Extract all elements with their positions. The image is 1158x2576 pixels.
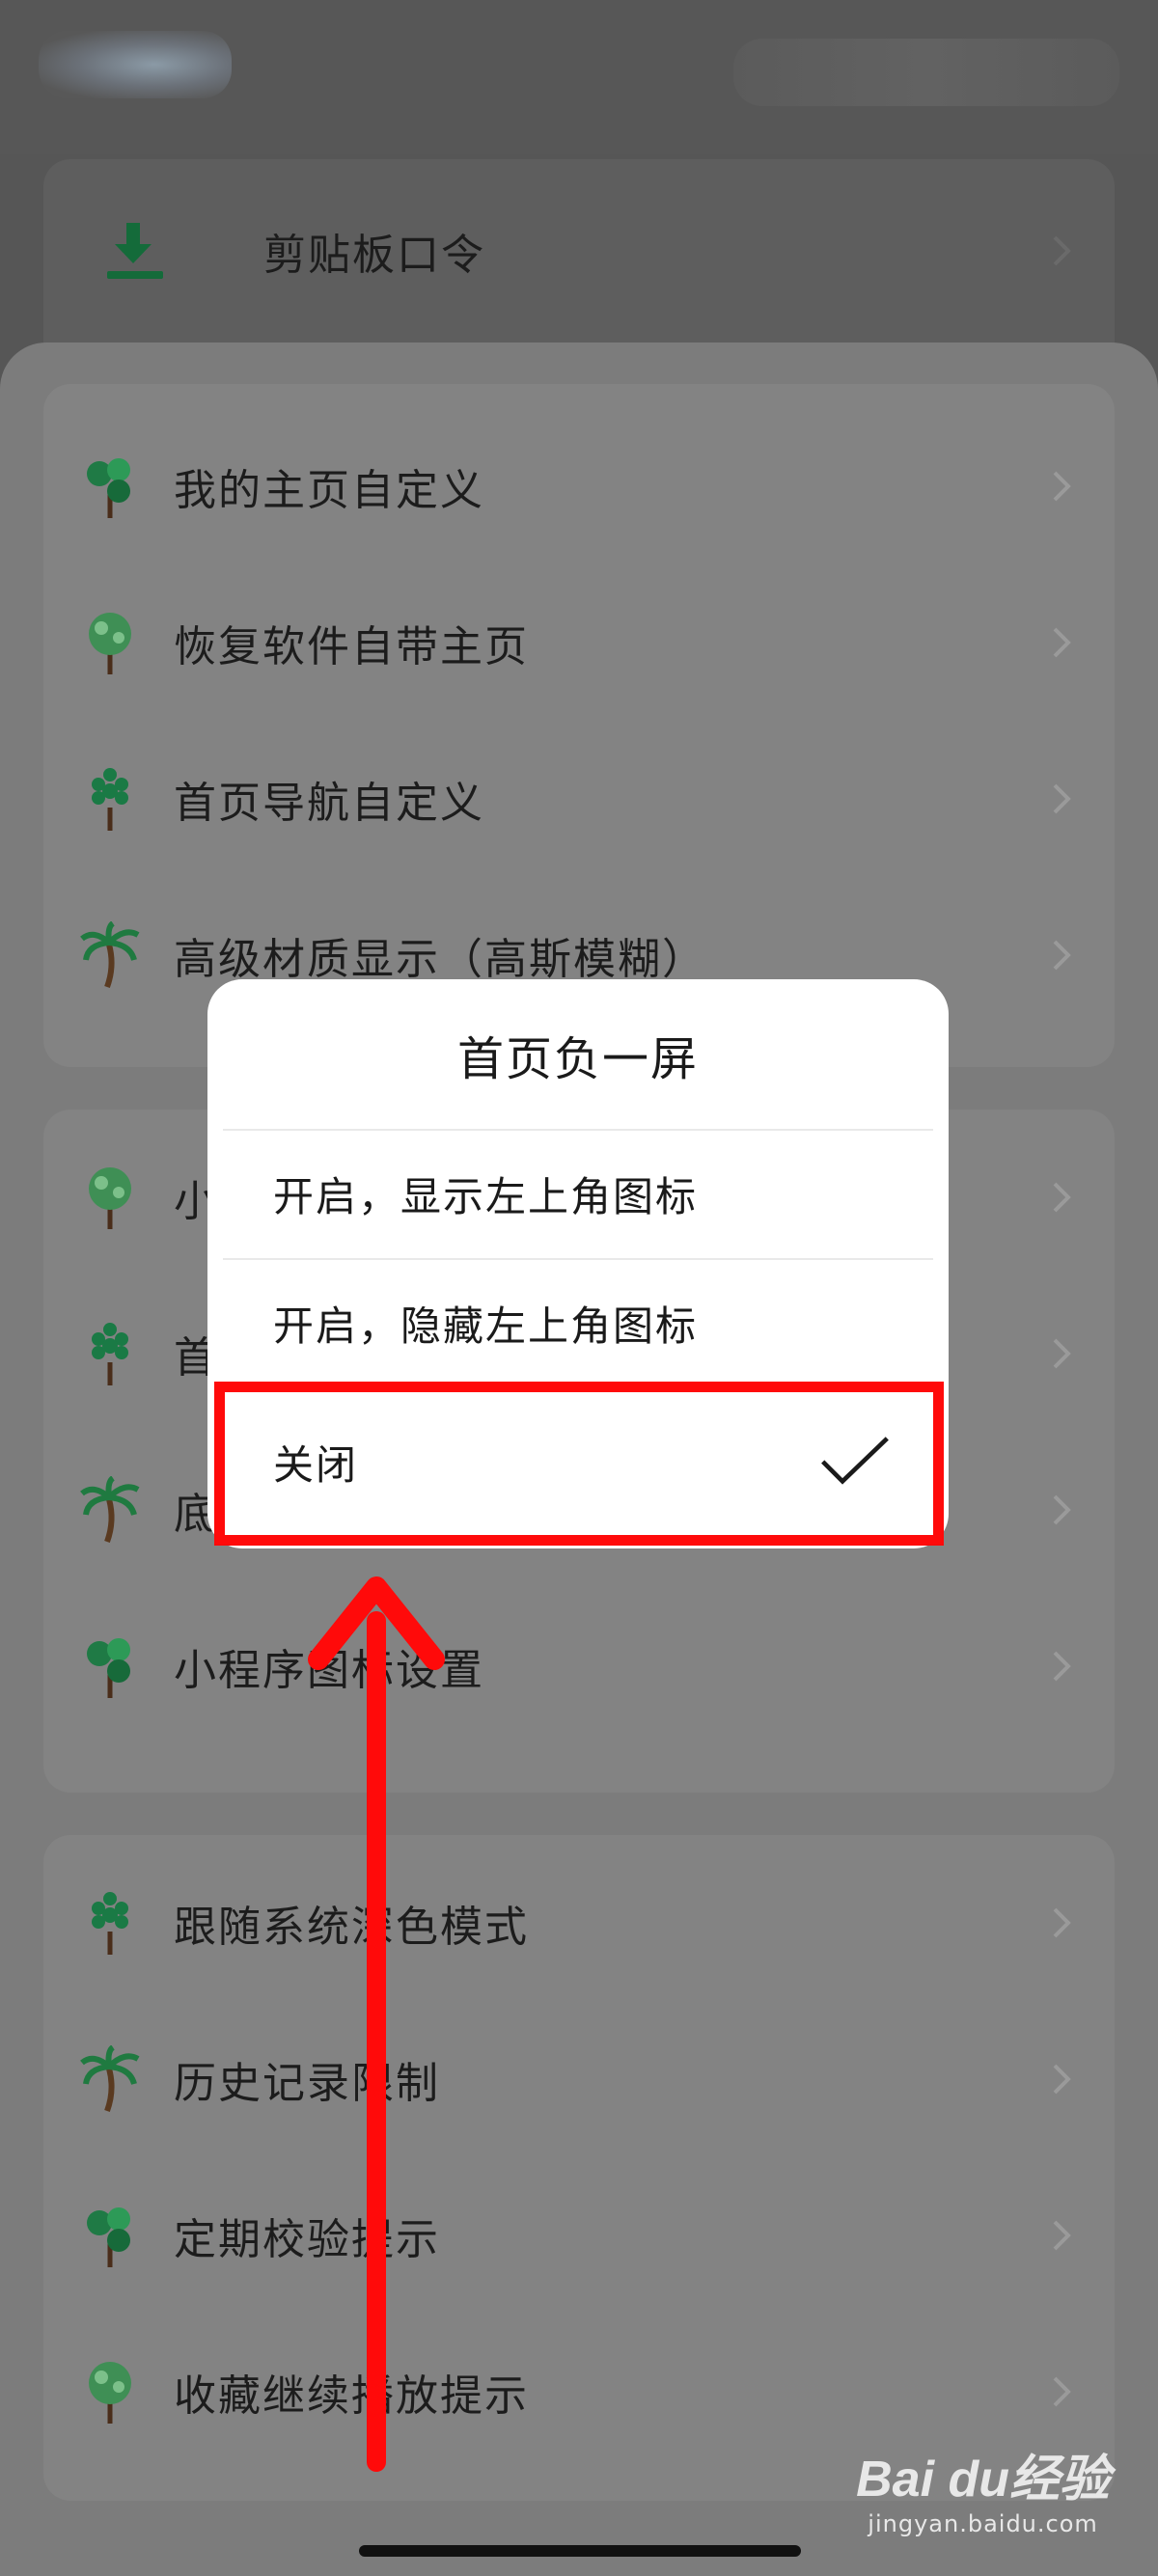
settings-row[interactable]: 小程序图标设置 [43,1588,1115,1744]
chevron-right-icon [1053,1182,1071,1213]
tree-icon [92,1323,128,1385]
chevron-right-icon [1053,235,1071,266]
tree-icon [87,2207,130,2267]
settings-row[interactable]: 定期校验提示 [43,2157,1115,2314]
option-label: 开启，显示左上角图标 [273,1172,699,1220]
tree-icon [89,613,131,674]
chevron-right-icon [1053,627,1071,658]
chevron-right-icon [1053,783,1071,814]
settings-row[interactable]: 恢复软件自带主页 [43,564,1115,721]
chevron-right-icon [1053,1651,1071,1682]
settings-row[interactable]: 历史记录限制 [43,2001,1115,2157]
tree-icon [92,768,128,831]
watermark-sub: jingyan.baidu.com [868,2510,1098,2537]
baidu-watermark: Bai du经验 jingyan.baidu.com [856,2438,1110,2537]
row-label: 高级材质显示（高斯模糊） [174,935,706,984]
chevron-right-icon [1053,471,1071,502]
row-label: 小程序图标设置 [174,1646,484,1695]
blurred-text [733,39,1119,106]
chevron-right-icon [1053,940,1071,971]
dialog-option[interactable]: 开启，隐藏左上角图标 [207,1260,949,1385]
highlight-box [214,1382,944,1546]
chevron-right-icon [1053,1907,1071,1938]
palm-icon [80,2045,140,2113]
chevron-right-icon [1053,1494,1071,1525]
home-indicator [359,2545,801,2557]
row-label: 收藏继续播放提示 [174,2371,529,2421]
clipboard-label: 剪贴板口令 [263,231,485,280]
chevron-right-icon [1053,2064,1071,2095]
clipboard-row[interactable]: 剪贴板口令 [43,159,1115,343]
blurred-header [0,0,1158,154]
settings-row[interactable]: 跟随系统深色模式 [43,1845,1115,2001]
tree-icon [92,1892,128,1955]
settings-group-3: 跟随系统深色模式 历史记录限制 定期校验提示 收藏继续播放提示 [43,1835,1115,2501]
row-label: 恢复软件自带主页 [174,622,529,671]
tree-icon [89,1167,131,1229]
tree-icon [87,1638,130,1698]
row-label: 历史记录限制 [174,2059,440,2108]
chevron-right-icon [1053,2220,1071,2251]
blurred-avatar [39,31,232,98]
row-label: 定期校验提示 [174,2215,440,2264]
chevron-right-icon [1053,2376,1071,2407]
settings-group-1: 我的主页自定义 恢复软件自带主页 首页导航自定义 高级材质显示（高斯模糊） [43,384,1115,1067]
row-label: 跟随系统深色模式 [174,1903,529,1952]
download-icon [107,223,163,279]
tree-icon [87,458,130,518]
watermark-main: Bai du经验 [856,2452,1110,2507]
chevron-right-icon [1053,1338,1071,1369]
row-label: 我的主页自定义 [174,466,484,515]
option-label: 开启，隐藏左上角图标 [273,1302,699,1350]
settings-row[interactable]: 我的主页自定义 [43,408,1115,564]
settings-row[interactable]: 首页导航自定义 [43,721,1115,877]
dialog-title: 首页负一屏 [456,1031,699,1086]
palm-icon [80,1476,140,1544]
dialog-option[interactable]: 开启，显示左上角图标 [207,1131,949,1256]
row-label: 首页导航自定义 [174,779,484,828]
tree-icon [89,2362,131,2424]
palm-icon [80,921,140,989]
